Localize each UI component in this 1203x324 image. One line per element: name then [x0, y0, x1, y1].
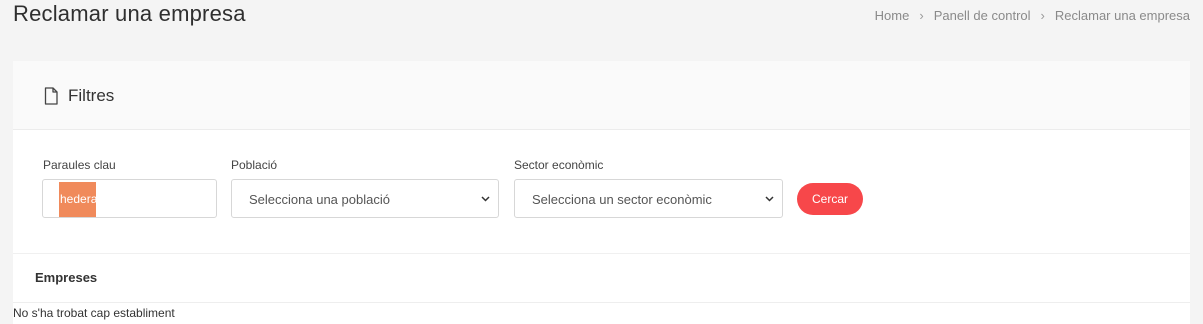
divider	[13, 253, 1190, 254]
filters-card-header: Filtres	[13, 61, 1190, 130]
keyword-input[interactable]: hedera	[42, 179, 217, 218]
breadcrumb: Home › Panell de control › Reclamar una …	[875, 8, 1190, 23]
breadcrumb-home[interactable]: Home	[875, 8, 910, 23]
filters-card: Filtres Paraules clau hedera Població Se…	[13, 61, 1190, 324]
poblacio-select[interactable]: Selecciona una població	[231, 179, 499, 218]
search-button[interactable]: Cercar	[797, 183, 863, 215]
chevron-down-icon	[481, 196, 490, 202]
chevron-down-icon	[765, 196, 774, 202]
results-title: Empreses	[35, 270, 98, 285]
page-title: Reclamar una empresa	[13, 1, 246, 26]
keyword-label: Paraules clau	[43, 158, 116, 172]
sector-select[interactable]: Selecciona un sector econòmic	[514, 179, 783, 218]
divider	[13, 302, 1190, 303]
keyword-value: hedera	[59, 182, 96, 217]
poblacio-label: Població	[231, 158, 278, 172]
sector-selected: Selecciona un sector econòmic	[532, 192, 712, 207]
empty-results-message: No s'ha trobat cap establiment	[13, 306, 175, 320]
breadcrumb-current: Reclamar una empresa	[1054, 8, 1190, 23]
breadcrumb-separator-icon: ›	[1040, 8, 1045, 23]
poblacio-selected: Selecciona una població	[249, 192, 390, 207]
sector-label: Sector econòmic	[514, 158, 604, 172]
breadcrumb-dashboard[interactable]: Panell de control	[934, 8, 1031, 23]
file-icon	[44, 87, 58, 105]
filters-title: Filtres	[68, 86, 115, 105]
breadcrumb-separator-icon: ›	[919, 8, 924, 23]
